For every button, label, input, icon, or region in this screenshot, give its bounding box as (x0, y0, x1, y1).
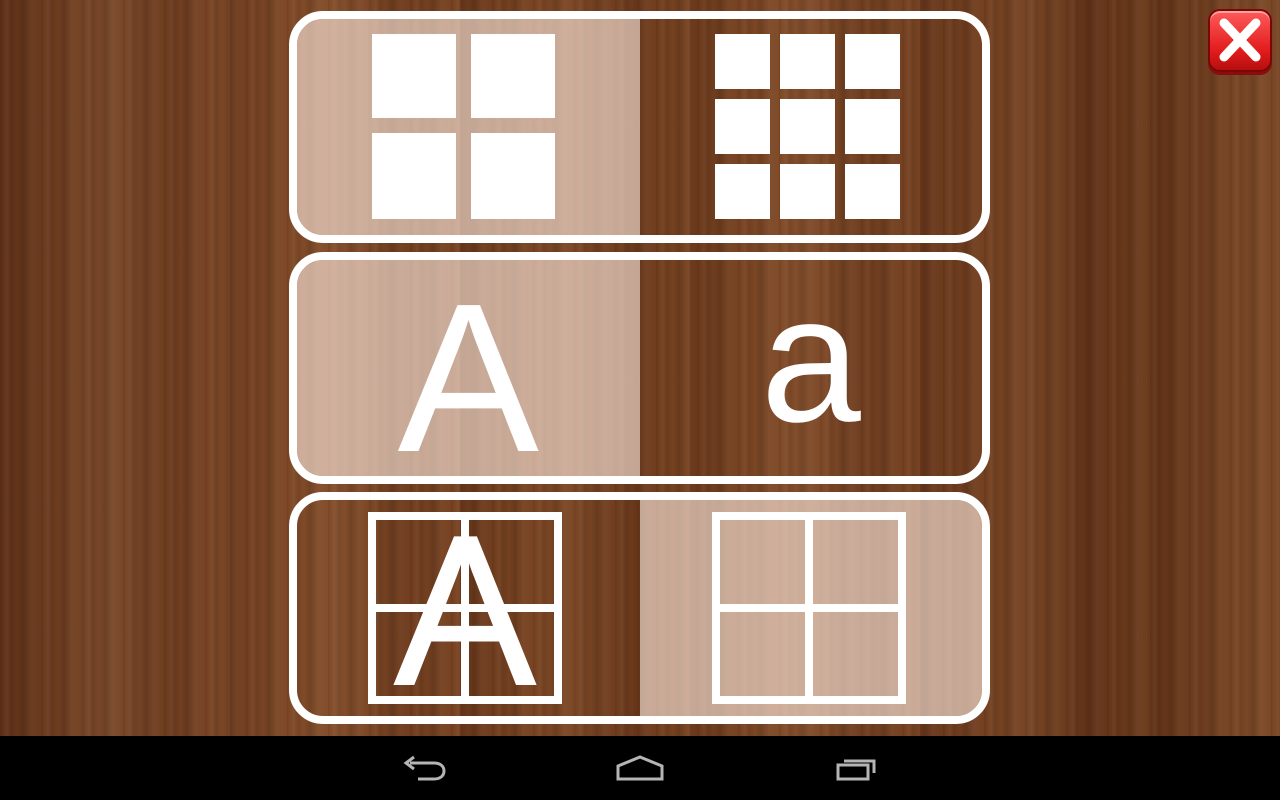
uppercase-option[interactable]: A (297, 260, 640, 476)
back-button[interactable] (384, 748, 464, 788)
grid-size-option-panel (289, 11, 990, 243)
back-icon (403, 755, 446, 781)
grid-3x3-option[interactable] (640, 19, 983, 235)
home-button[interactable] (600, 748, 680, 788)
close-button[interactable] (1208, 9, 1272, 72)
letter-on-grid-option[interactable]: A (297, 500, 640, 716)
display-mode-option-panel: A (289, 492, 990, 724)
grid-2x2-option[interactable] (297, 19, 640, 235)
letter-case-option-panel: A a (289, 252, 990, 484)
lowercase-letter: a (760, 259, 861, 460)
grid-letter: A (392, 492, 538, 724)
home-icon (616, 755, 664, 781)
empty-grid-option[interactable] (639, 500, 982, 716)
recent-apps-icon (836, 759, 876, 781)
uppercase-letter: A (397, 259, 539, 484)
lowercase-option[interactable]: a (640, 260, 983, 476)
recent-apps-button[interactable] (818, 748, 898, 788)
close-icon (1219, 18, 1261, 62)
system-navigation-bar (0, 736, 1280, 800)
